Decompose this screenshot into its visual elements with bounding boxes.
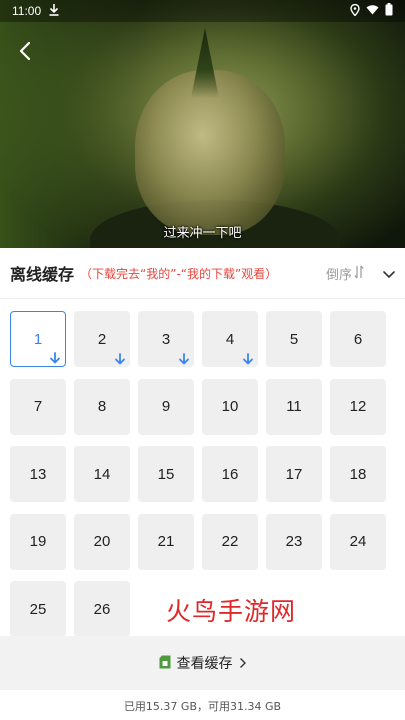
episode-label: 19 (29, 533, 47, 550)
episode-item[interactable]: 13 (10, 446, 66, 502)
chevron-right-icon (239, 654, 247, 673)
episode-label: 1 (33, 330, 43, 348)
sort-label: 倒序 (326, 268, 353, 283)
episode-item[interactable]: 9 (138, 378, 194, 435)
episode-item[interactable]: 20 (74, 513, 130, 570)
episode-label: 5 (289, 330, 299, 348)
episode-label: 6 (353, 330, 363, 348)
status-time: 11:00 (12, 4, 42, 18)
sort-icon (354, 265, 364, 283)
episode-label: 3 (161, 330, 171, 348)
episode-label: 15 (157, 465, 175, 483)
episode-label: 4 (225, 330, 235, 348)
episode-label: 21 (157, 533, 175, 550)
episode-item[interactable]: 17 (266, 446, 322, 502)
episode-item[interactable]: 19 (10, 513, 66, 570)
episode-item[interactable]: 15 (138, 446, 194, 502)
episode-label: 26 (93, 600, 111, 618)
download-arrow-icon (114, 352, 126, 365)
episode-label: 2 (97, 330, 107, 348)
episode-item[interactable]: 10 (202, 378, 258, 435)
episode-label: 16 (221, 465, 239, 483)
chevron-down-icon (383, 264, 395, 283)
back-button[interactable] (12, 36, 38, 66)
episode-label: 18 (349, 465, 367, 483)
sd-card-icon (159, 654, 171, 673)
episode-label: 7 (33, 398, 43, 415)
location-icon (350, 3, 360, 19)
episode-item[interactable]: 12 (330, 378, 386, 435)
view-cache-button[interactable]: 查看缓存 (0, 636, 405, 690)
episode-label: 9 (161, 398, 171, 415)
episode-label: 22 (221, 533, 239, 550)
video-player[interactable]: 11:00 过来冲一下吧 (0, 0, 405, 248)
episode-label: 13 (29, 465, 47, 483)
download-arrow-icon (178, 352, 190, 365)
status-bar: 11:00 (0, 0, 405, 22)
episode-label: 24 (349, 533, 367, 550)
episode-label: 10 (221, 398, 239, 415)
view-cache-label: 查看缓存 (176, 656, 233, 672)
episode-label: 8 (97, 398, 107, 415)
episode-item[interactable]: 16 (202, 446, 258, 502)
episode-item[interactable]: 22 (202, 513, 258, 570)
episode-item[interactable]: 6 (330, 311, 386, 367)
download-arrow-icon (49, 351, 61, 364)
watermark-text: 火鸟手游网 (166, 597, 297, 626)
episode-item[interactable]: 7 (10, 378, 66, 435)
episode-item[interactable]: 14 (74, 446, 130, 502)
episode-item[interactable]: 26 (74, 581, 130, 637)
storage-info: 已用15.37 GB，可用31.34 GB (123, 700, 282, 713)
episode-item[interactable]: 1 (10, 311, 66, 367)
sort-order-button[interactable]: 倒序 (326, 264, 364, 283)
episode-item[interactable]: 3 (138, 311, 194, 367)
episode-item[interactable]: 18 (330, 446, 386, 502)
episode-item[interactable]: 2 (74, 311, 130, 367)
cache-title: 离线缓存 (10, 265, 75, 284)
header-divider (0, 298, 405, 299)
wifi-icon (366, 4, 379, 18)
cache-header: 离线缓存 （下载完去“我的”-“我的下载”观看） 倒序 (0, 252, 405, 294)
episode-item[interactable]: 23 (266, 513, 322, 570)
video-subtitle: 过来冲一下吧 (163, 226, 242, 241)
episode-item[interactable]: 11 (266, 378, 322, 435)
episode-label: 11 (286, 398, 302, 415)
episode-item[interactable]: 5 (266, 311, 322, 367)
episode-item[interactable]: 24 (330, 513, 386, 570)
download-status-icon (49, 3, 59, 19)
episode-item[interactable]: 4 (202, 311, 258, 367)
offline-cache-screen: 11:00 过来冲一下吧 离线缓存 （下载完去“我的”-“我的下载”观看） 倒序… (0, 0, 405, 720)
episode-label: 20 (93, 533, 111, 550)
download-arrow-icon (242, 352, 254, 365)
episode-label: 23 (285, 533, 303, 550)
collapse-button[interactable] (380, 265, 398, 281)
episode-label: 12 (349, 398, 367, 415)
episode-label: 25 (29, 600, 47, 618)
battery-icon (385, 3, 393, 19)
episode-item[interactable]: 21 (138, 513, 194, 570)
episode-label: 14 (93, 465, 111, 483)
cache-hint: （下载完去“我的”-“我的下载”观看） (80, 266, 278, 281)
episode-item[interactable]: 8 (74, 378, 130, 435)
episode-label: 17 (285, 465, 303, 483)
episode-item[interactable]: 25 (10, 581, 66, 637)
